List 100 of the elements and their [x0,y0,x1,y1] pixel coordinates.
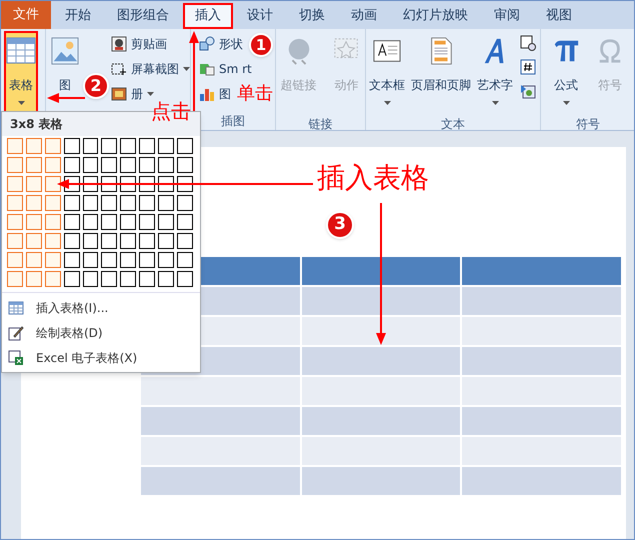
grid-cell[interactable] [139,271,156,287]
grid-cell[interactable] [177,271,193,287]
file-tab[interactable]: 文件 [1,1,51,29]
grid-cell[interactable] [177,233,193,249]
grid-cell[interactable] [177,214,193,230]
grid-cell[interactable] [26,138,42,154]
grid-cell[interactable] [120,195,136,211]
ribbon-button[interactable]: 形状 [197,31,245,56]
grid-cell[interactable] [158,195,174,211]
grid-cell[interactable] [7,176,23,192]
grid-cell[interactable] [158,138,174,154]
grid-cell[interactable] [44,271,61,287]
grid-cell[interactable] [101,138,118,154]
menu-item[interactable]: Excel 电子表格(X) [2,345,200,370]
grid-cell[interactable] [158,157,174,173]
grid-cell[interactable] [139,233,156,249]
grid-cell[interactable] [139,214,156,230]
ribbon-button[interactable]: 屏幕截图 [109,56,192,81]
grid-cell[interactable] [158,214,174,230]
grid-cell[interactable] [26,195,42,211]
grid-cell[interactable] [120,271,136,287]
ribbon-button[interactable]: 剪贴画 [109,31,169,56]
ribbon-tab[interactable]: 审阅 [482,3,532,29]
grid-cell[interactable] [44,138,61,154]
grid-cell[interactable] [7,195,23,211]
grid-cell[interactable] [120,138,136,154]
grid-cell[interactable] [101,252,118,268]
ribbon-button[interactable]: 艺术字 [475,31,515,115]
grid-cell[interactable] [44,214,61,230]
grid-cell[interactable] [44,252,61,268]
ribbon-button[interactable]: 公式 [550,31,582,115]
grid-cell[interactable] [26,271,42,287]
grid-cell[interactable] [82,195,98,211]
ribbon-tab[interactable]: 插入 [183,3,233,29]
grid-cell[interactable] [139,157,156,173]
grid-cell[interactable] [64,233,80,249]
excel-icon [8,350,24,366]
ribbon-button[interactable]: 文本框 [367,31,407,115]
ribbon-tab[interactable]: 图形组合 [105,3,181,29]
grid-cell[interactable] [82,214,98,230]
grid-cell[interactable] [64,195,80,211]
grid-cell[interactable] [26,176,42,192]
grid-cell[interactable] [44,233,61,249]
ribbon-button[interactable]: Sm rt [197,56,254,81]
caret-icon [492,101,498,105]
grid-cell[interactable] [158,233,174,249]
ribbon-tab[interactable]: 动画 [339,3,389,29]
grid-cell[interactable] [26,252,42,268]
grid-cell[interactable] [120,233,136,249]
grid-cell[interactable] [139,138,156,154]
grid-cell[interactable] [7,252,23,268]
grid-cell[interactable] [64,271,80,287]
menu-item[interactable]: 插入表格(I)... [2,295,200,320]
grid-cell[interactable] [7,157,23,173]
grid-cell[interactable] [64,138,80,154]
ribbon-tab[interactable]: 切换 [287,3,337,29]
ribbon-button[interactable]: 图 [197,81,233,106]
grid-cell[interactable] [64,157,80,173]
grid-cell[interactable] [120,157,136,173]
grid-cell[interactable] [26,157,42,173]
grid-cell[interactable] [82,271,98,287]
grid-cell[interactable] [26,214,42,230]
grid-cell[interactable] [44,195,61,211]
grid-cell[interactable] [82,157,98,173]
grid-cell[interactable] [120,214,136,230]
grid-cell[interactable] [82,252,98,268]
grid-cell[interactable] [7,138,23,154]
grid-cell[interactable] [177,138,193,154]
grid-cell[interactable] [44,157,61,173]
grid-cell[interactable] [120,252,136,268]
annotation-text: 插入表格 [317,164,429,192]
grid-cell[interactable] [82,138,98,154]
ribbon-tab[interactable]: 视图 [534,3,584,29]
grid-cell[interactable] [101,157,118,173]
grid-cell[interactable] [64,214,80,230]
slide-number-icon [520,59,536,75]
grid-cell[interactable] [177,157,193,173]
grid-cell[interactable] [64,252,80,268]
menu-item[interactable]: 绘制表格(D) [2,320,200,345]
grid-cell[interactable] [101,214,118,230]
grid-cell[interactable] [139,195,156,211]
grid-cell[interactable] [101,195,118,211]
grid-cell[interactable] [7,271,23,287]
grid-cell[interactable] [158,271,174,287]
ribbon-button[interactable]: 页眉和页脚 [409,31,473,115]
grid-cell[interactable] [158,252,174,268]
grid-cell[interactable] [7,214,23,230]
grid-cell[interactable] [101,271,118,287]
ribbon-tab[interactable]: 设计 [235,3,285,29]
ribbon-tab[interactable]: 开始 [53,3,103,29]
screenshot-icon [111,60,127,76]
grid-cell[interactable] [44,176,61,192]
grid-cell[interactable] [177,195,193,211]
grid-cell[interactable] [26,233,42,249]
grid-cell[interactable] [82,233,98,249]
grid-cell[interactable] [101,233,118,249]
grid-cell[interactable] [139,252,156,268]
ribbon-tab[interactable]: 幻灯片放映 [391,3,480,29]
grid-cell[interactable] [7,233,23,249]
grid-cell[interactable] [177,252,193,268]
